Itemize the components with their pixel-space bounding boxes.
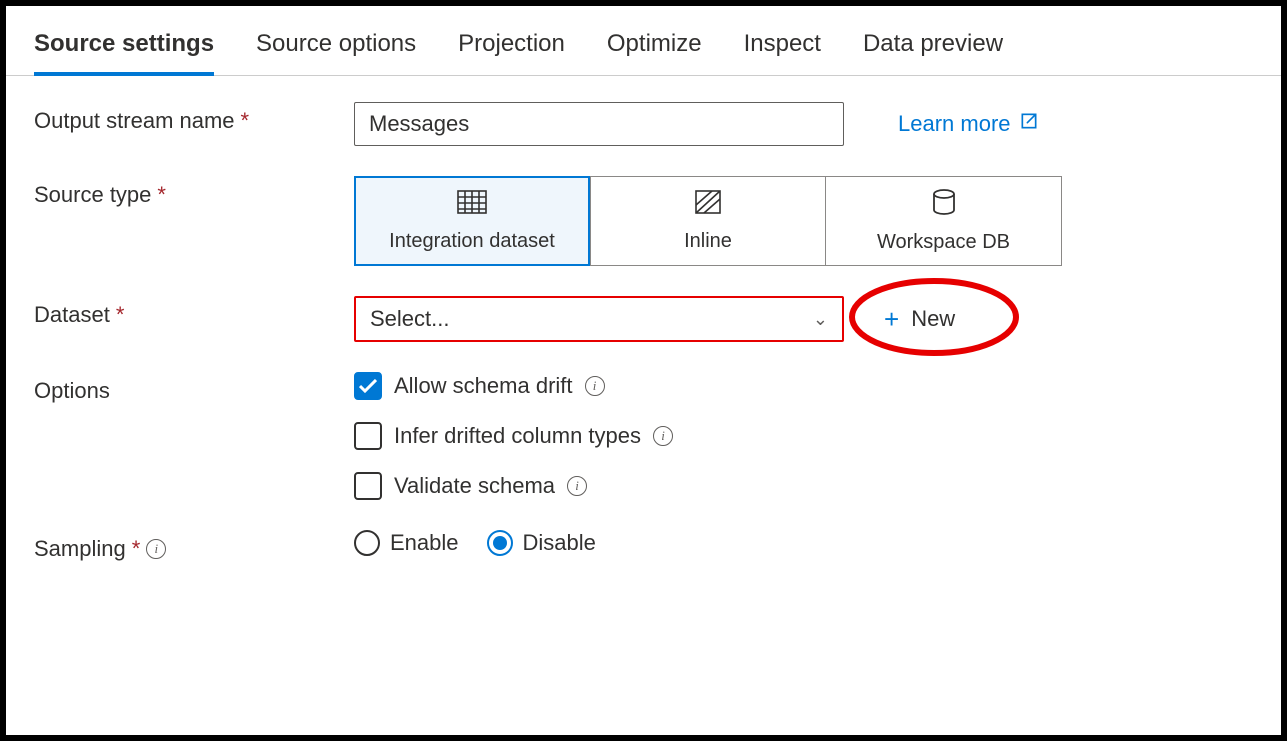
tabs-bar: Source settings Source options Projectio…: [6, 6, 1281, 76]
source-type-label: Source type*: [34, 176, 354, 208]
info-icon[interactable]: i: [585, 376, 605, 396]
form-body: Output stream name* Learn more Source ty…: [6, 76, 1281, 618]
chevron-down-icon: ⌄: [813, 309, 828, 330]
plus-icon: +: [884, 304, 899, 335]
table-icon: [457, 190, 487, 220]
tab-source-options[interactable]: Source options: [256, 30, 416, 75]
sampling-disable[interactable]: Disable: [487, 530, 596, 556]
option-validate-schema-label: Validate schema: [394, 473, 555, 499]
checkbox-allow-schema-drift[interactable]: [354, 372, 382, 400]
option-allow-schema-drift-label: Allow schema drift: [394, 373, 573, 399]
sampling-enable[interactable]: Enable: [354, 530, 459, 556]
tab-optimize[interactable]: Optimize: [607, 30, 702, 75]
tab-projection[interactable]: Projection: [458, 30, 565, 75]
option-infer-drifted-label: Infer drifted column types: [394, 423, 641, 449]
database-icon: [932, 189, 956, 221]
info-icon[interactable]: i: [653, 426, 673, 446]
inline-icon: [695, 190, 721, 220]
source-type-workspace-db[interactable]: Workspace DB: [826, 176, 1062, 266]
source-type-integration-dataset[interactable]: Integration dataset: [354, 176, 590, 266]
options-label: Options: [34, 372, 354, 404]
dataset-label: Dataset*: [34, 296, 354, 328]
checkbox-validate-schema[interactable]: [354, 472, 382, 500]
tab-data-preview[interactable]: Data preview: [863, 30, 1003, 75]
new-dataset-button[interactable]: + New: [874, 300, 965, 339]
external-link-icon: [1019, 111, 1039, 137]
source-type-inline[interactable]: Inline: [590, 176, 826, 266]
output-stream-input[interactable]: [354, 102, 844, 146]
learn-more-link[interactable]: Learn more: [898, 111, 1039, 137]
tab-source-settings[interactable]: Source settings: [34, 30, 214, 76]
dataset-select[interactable]: Select... ⌄: [354, 296, 844, 342]
info-icon[interactable]: i: [146, 539, 166, 559]
output-stream-label: Output stream name*: [34, 102, 354, 134]
source-type-group: Integration dataset Inline: [354, 176, 1062, 266]
tab-inspect[interactable]: Inspect: [744, 30, 821, 75]
info-icon[interactable]: i: [567, 476, 587, 496]
checkbox-infer-drifted-types[interactable]: [354, 422, 382, 450]
sampling-label: Sampling* i: [34, 530, 354, 562]
